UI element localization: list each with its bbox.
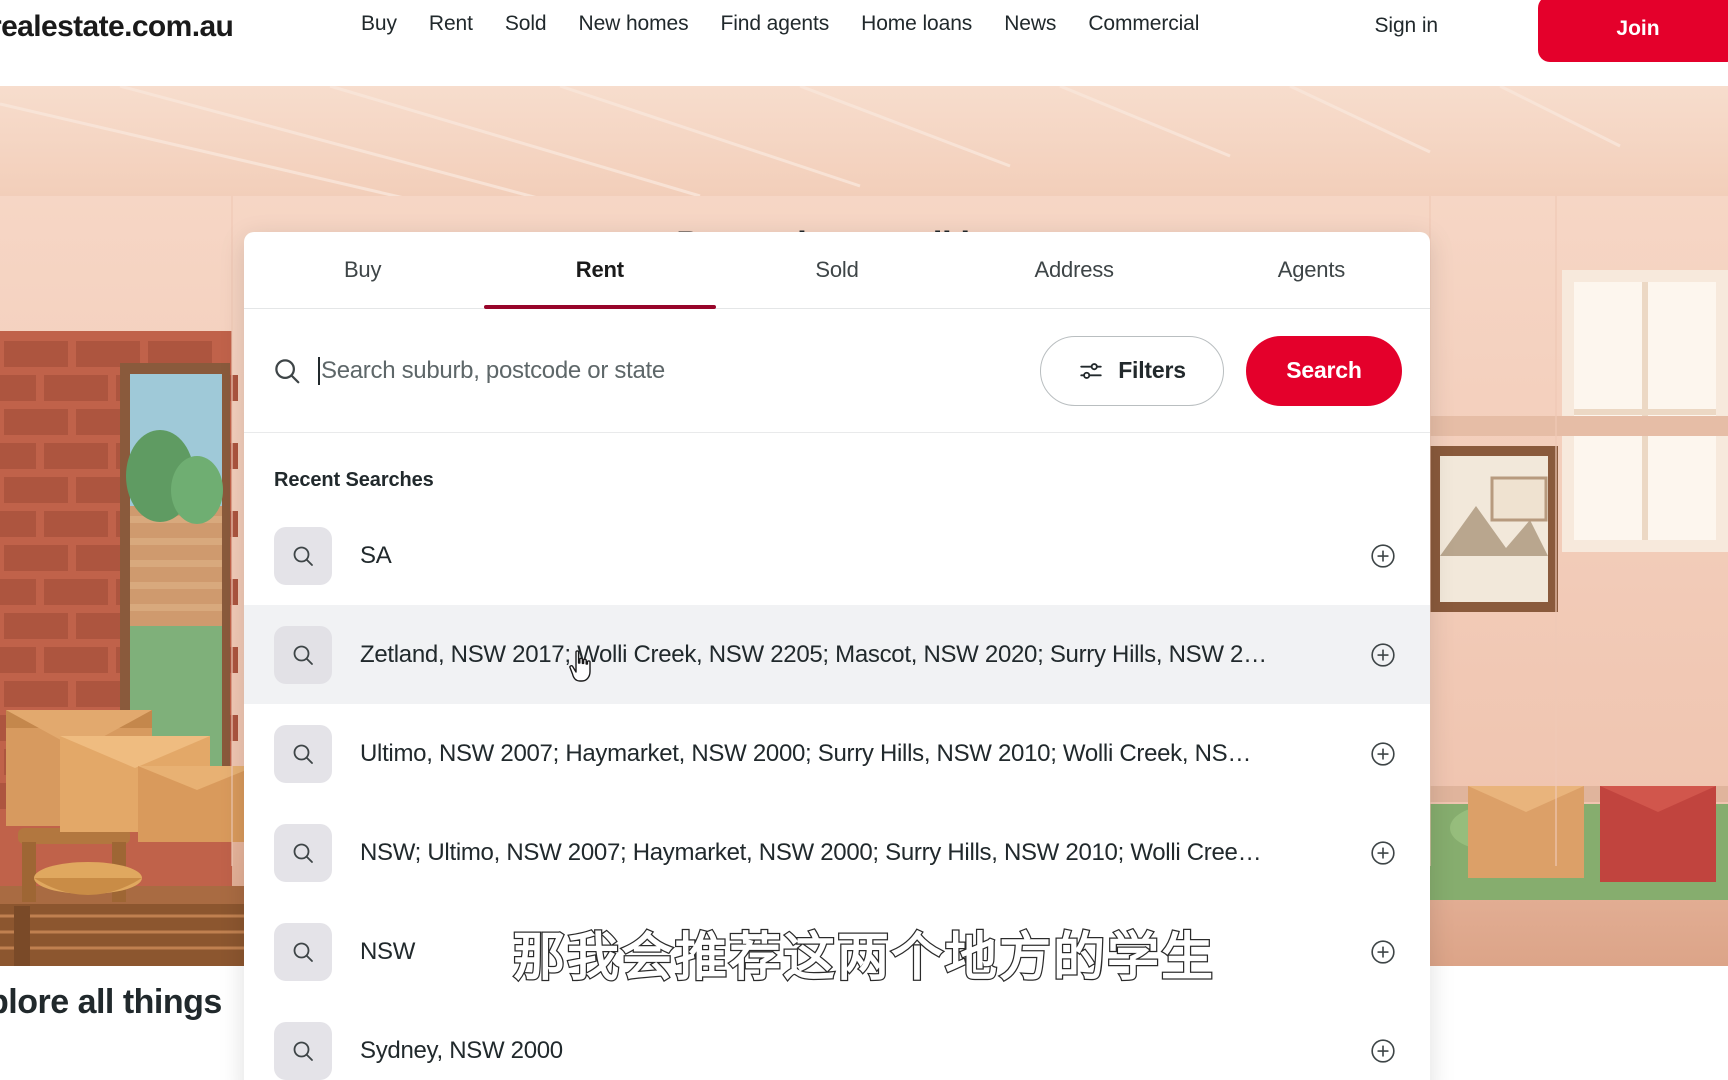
search-icon xyxy=(272,356,318,386)
search-icon xyxy=(274,526,332,585)
text-caret xyxy=(318,356,320,385)
search-tabs: Buy Rent Sold Address Agents xyxy=(244,232,1430,309)
tab-agents[interactable]: Agents xyxy=(1193,232,1430,308)
search-icon xyxy=(274,724,332,783)
nav-item-sold[interactable]: Sold xyxy=(489,12,563,36)
sliders-icon xyxy=(1080,362,1102,379)
add-search-button[interactable] xyxy=(1366,543,1400,569)
nav-item-news[interactable]: News xyxy=(988,12,1072,36)
add-search-button[interactable] xyxy=(1366,1038,1400,1064)
search-row: Search suburb, postcode or state Filters… xyxy=(244,309,1430,433)
page-root: Properties to call home realestate.com.a… xyxy=(0,0,1728,1080)
search-icon xyxy=(274,823,332,882)
add-search-button[interactable] xyxy=(1366,741,1400,767)
list-item[interactable]: NSW; Ultimo, NSW 2007; Haymarket, NSW 20… xyxy=(244,803,1430,902)
filters-button[interactable]: Filters xyxy=(1040,335,1224,406)
right-window xyxy=(1562,270,1728,552)
nav-item-home-loans[interactable]: Home loans xyxy=(845,12,988,36)
tab-sold[interactable]: Sold xyxy=(718,232,955,308)
nav-item-new-homes[interactable]: New homes xyxy=(563,12,705,36)
list-item-label: Sydney, NSW 2000 xyxy=(360,1036,563,1064)
plus-circle-icon xyxy=(1371,840,1395,865)
list-item-label: NSW; Ultimo, NSW 2007; Haymarket, NSW 20… xyxy=(360,838,1262,866)
list-item-label: SA xyxy=(360,541,392,569)
plus-circle-icon xyxy=(1371,1038,1395,1063)
list-item-label: Zetland, NSW 2017; Wolli Creek, NSW 2205… xyxy=(360,640,1267,668)
search-icon xyxy=(274,1021,332,1080)
list-item[interactable]: Sydney, NSW 2000 xyxy=(244,1001,1430,1080)
add-search-button[interactable] xyxy=(1366,840,1400,866)
nav-item-buy[interactable]: Buy xyxy=(345,12,413,36)
main-navigation: Buy Rent Sold New homes Find agents Home… xyxy=(345,12,1215,36)
plus-circle-icon xyxy=(1371,741,1395,766)
mouse-cursor xyxy=(567,650,595,689)
join-button[interactable]: Join xyxy=(1538,0,1728,62)
search-input[interactable]: Search suburb, postcode or state xyxy=(318,356,1040,385)
tab-buy[interactable]: Buy xyxy=(244,232,481,308)
sign-in-link[interactable]: Sign in xyxy=(1374,14,1438,38)
plus-circle-icon xyxy=(1371,642,1395,667)
plus-circle-icon xyxy=(1371,543,1395,568)
recent-searches-label: Recent Searches xyxy=(274,469,434,491)
recent-searches-list: SA Zetland, NSW 2017; Wolli Creek, NSW 2… xyxy=(244,506,1430,1080)
nav-item-find-agents[interactable]: Find agents xyxy=(704,12,845,36)
site-header: realestate.com.au Buy Rent Sold New home… xyxy=(0,0,1728,86)
right-framed-picture xyxy=(1430,446,1558,612)
search-button[interactable]: Search xyxy=(1246,335,1402,406)
right-small-frame xyxy=(1490,476,1548,522)
search-icon xyxy=(274,625,332,684)
list-item[interactable]: Ultimo, NSW 2007; Haymarket, NSW 2000; S… xyxy=(244,704,1430,803)
list-item[interactable]: Zetland, NSW 2017; Wolli Creek, NSW 2205… xyxy=(244,605,1430,704)
tab-rent[interactable]: Rent xyxy=(481,232,718,308)
list-item-label: Ultimo, NSW 2007; Haymarket, NSW 2000; S… xyxy=(360,739,1252,767)
search-input-placeholder: Search suburb, postcode or state xyxy=(321,356,665,384)
site-logo[interactable]: realestate.com.au xyxy=(0,10,234,44)
list-item[interactable]: SA xyxy=(244,506,1430,605)
add-search-button[interactable] xyxy=(1366,642,1400,668)
tab-address[interactable]: Address xyxy=(956,232,1193,308)
video-subtitle: 那我会推荐这两个地方的学生 xyxy=(512,927,1215,990)
filters-button-label: Filters xyxy=(1118,357,1186,383)
nav-item-rent[interactable]: Rent xyxy=(413,12,489,36)
nav-item-commercial[interactable]: Commercial xyxy=(1072,12,1215,36)
